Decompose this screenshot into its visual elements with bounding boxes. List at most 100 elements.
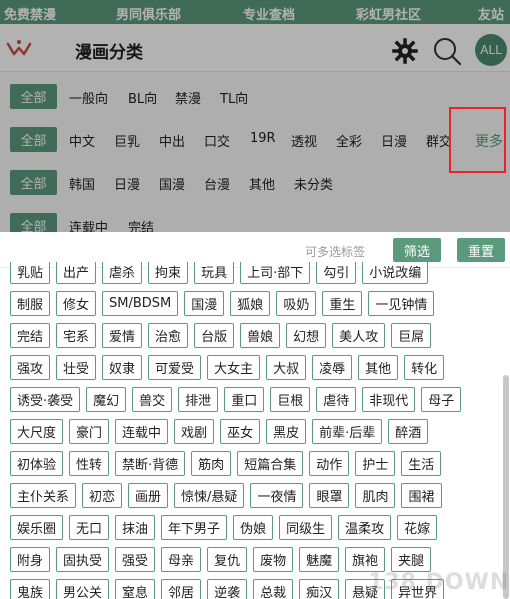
tag-chip[interactable]: 爱情	[102, 323, 143, 348]
tag-chip[interactable]: 总裁	[253, 579, 294, 599]
tag-chip[interactable]: 排泄	[178, 387, 219, 412]
tag-chip[interactable]: 一见钟情	[368, 291, 435, 316]
tag-chip[interactable]: 兽娘	[240, 323, 281, 348]
tag-chip[interactable]: 主仆关系	[10, 483, 77, 508]
tag-chip[interactable]: 复仇	[207, 547, 248, 572]
filter-option[interactable]: 透视	[291, 131, 317, 150]
tag-chip[interactable]: 护士	[355, 451, 396, 476]
tag-chip[interactable]: 虐杀	[102, 262, 143, 284]
tag-chip[interactable]: 抹油	[115, 515, 156, 540]
tag-chip[interactable]: 强受	[115, 547, 156, 572]
reset-button[interactable]: 重置	[457, 238, 505, 262]
top-nav-link[interactable]: 专业查档	[243, 4, 295, 23]
filter-button[interactable]: 筛选	[393, 238, 441, 262]
filter-option[interactable]: 中出	[159, 131, 185, 150]
tag-chip[interactable]: 强攻	[10, 355, 51, 380]
tag-chip[interactable]: 大女主	[207, 355, 261, 380]
filter-all-button[interactable]: 全部	[10, 127, 57, 152]
filter-option[interactable]: 韩国	[69, 174, 95, 193]
tag-chip[interactable]: 黑皮	[266, 419, 307, 444]
tag-chip[interactable]: 诱受·袭受	[10, 387, 81, 412]
filter-option[interactable]: 其他	[249, 174, 275, 193]
tag-chip[interactable]: 初恋	[82, 483, 123, 508]
tag-chip[interactable]: 惊悚/悬疑	[174, 483, 245, 508]
tag-chip[interactable]: 附身	[10, 547, 51, 572]
tag-chip[interactable]: 巨根	[270, 387, 311, 412]
tag-chip[interactable]: 魔幻	[86, 387, 127, 412]
tag-chip[interactable]: 制服	[10, 291, 51, 316]
tag-chip[interactable]: 性转	[69, 451, 110, 476]
tag-chip[interactable]: 禁断·背德	[115, 451, 186, 476]
filter-all-button[interactable]: 全部	[10, 170, 57, 195]
filter-option[interactable]: 完结	[128, 217, 154, 232]
tag-chip[interactable]: 伪娘	[233, 515, 274, 540]
filter-option[interactable]: 口交	[204, 131, 230, 150]
scrollbar[interactable]	[503, 375, 509, 599]
top-nav-link[interactable]: 彩虹男社区	[356, 4, 421, 23]
tag-chip[interactable]: 兽交	[132, 387, 173, 412]
filter-option[interactable]: 禁漫	[175, 88, 201, 107]
tag-chip[interactable]: 醉酒	[388, 419, 429, 444]
tag-chip[interactable]: 前辈·后辈	[312, 419, 383, 444]
tag-chip[interactable]: 画册	[128, 483, 169, 508]
filter-option[interactable]: 全彩	[336, 131, 362, 150]
filter-option[interactable]: 日漫	[381, 131, 407, 150]
tag-chip[interactable]: 戏剧	[174, 419, 215, 444]
tag-chip[interactable]: 豪门	[69, 419, 110, 444]
gear-icon[interactable]	[392, 38, 418, 64]
tag-chip[interactable]: 修女	[56, 291, 97, 316]
filter-all-button[interactable]: 全部	[10, 213, 57, 232]
tag-chip[interactable]: 非现代	[362, 387, 416, 412]
tag-chip[interactable]: 凌辱	[312, 355, 353, 380]
tag-chip[interactable]: SM/BDSM	[102, 291, 179, 316]
tag-chip[interactable]: 鬼族	[10, 579, 51, 599]
tag-chip[interactable]: 肌肉	[355, 483, 396, 508]
tag-chip[interactable]: 乳贴	[10, 262, 51, 284]
tag-chip[interactable]: 完结	[10, 323, 51, 348]
tag-chip[interactable]: 大叔	[266, 355, 307, 380]
filter-option[interactable]: 连载中	[69, 217, 108, 232]
filter-option[interactable]: 巨乳	[114, 131, 140, 150]
tag-chip[interactable]: 生活	[401, 451, 442, 476]
tag-chip[interactable]: 邻居	[161, 579, 202, 599]
tag-chip[interactable]: 花嫁	[397, 515, 438, 540]
tag-chip[interactable]: 重口	[224, 387, 265, 412]
search-icon[interactable]	[432, 36, 462, 66]
tag-chip[interactable]: 美人攻	[332, 323, 386, 348]
tag-chip[interactable]: 母亲	[161, 547, 202, 572]
tag-chip[interactable]: 宅系	[56, 323, 97, 348]
tag-chip[interactable]: 围裙	[401, 483, 442, 508]
tag-chip[interactable]: 痴汉	[299, 579, 340, 599]
tag-chip[interactable]: 上司·部下	[240, 262, 311, 284]
top-nav-link[interactable]: 免费禁漫	[4, 4, 56, 23]
tag-chip[interactable]: 其他	[358, 355, 399, 380]
filter-option[interactable]: 未分类	[294, 174, 333, 193]
filter-option[interactable]: 台漫	[204, 174, 230, 193]
tag-chip[interactable]: 狐娘	[230, 291, 271, 316]
tag-chip[interactable]: 连载中	[115, 419, 169, 444]
tag-chip[interactable]: 温柔攻	[338, 515, 392, 540]
top-nav-link[interactable]: 男同俱乐部	[116, 4, 181, 23]
tag-chip[interactable]: 窒息	[115, 579, 156, 599]
tag-chip[interactable]: 娱乐圈	[10, 515, 64, 540]
tag-chip[interactable]: 出产	[56, 262, 97, 284]
tag-chip[interactable]: 一夜情	[250, 483, 304, 508]
tag-chip[interactable]: 拘束	[148, 262, 189, 284]
tag-chip[interactable]: 幻想	[286, 323, 327, 348]
tag-chip[interactable]: 巨屌	[391, 323, 432, 348]
filter-option[interactable]: 中文	[69, 131, 95, 150]
tag-chip[interactable]: 母子	[421, 387, 462, 412]
tag-chip[interactable]: 眼罩	[309, 483, 350, 508]
logo-icon[interactable]	[6, 38, 32, 60]
tag-chip[interactable]: 巫女	[220, 419, 261, 444]
tag-chip[interactable]: 初体验	[10, 451, 64, 476]
tag-chip[interactable]: 动作	[309, 451, 350, 476]
filter-option[interactable]: 一般向	[69, 88, 108, 107]
all-button[interactable]: ALL	[475, 34, 507, 66]
filter-option[interactable]: 日漫	[114, 174, 140, 193]
tag-chip[interactable]: 可爱受	[148, 355, 202, 380]
tag-chip[interactable]: 男公关	[56, 579, 110, 599]
filter-option[interactable]: TL向	[220, 88, 248, 107]
tag-chip[interactable]: 固执受	[56, 547, 110, 572]
tag-chip[interactable]: 壮受	[56, 355, 97, 380]
